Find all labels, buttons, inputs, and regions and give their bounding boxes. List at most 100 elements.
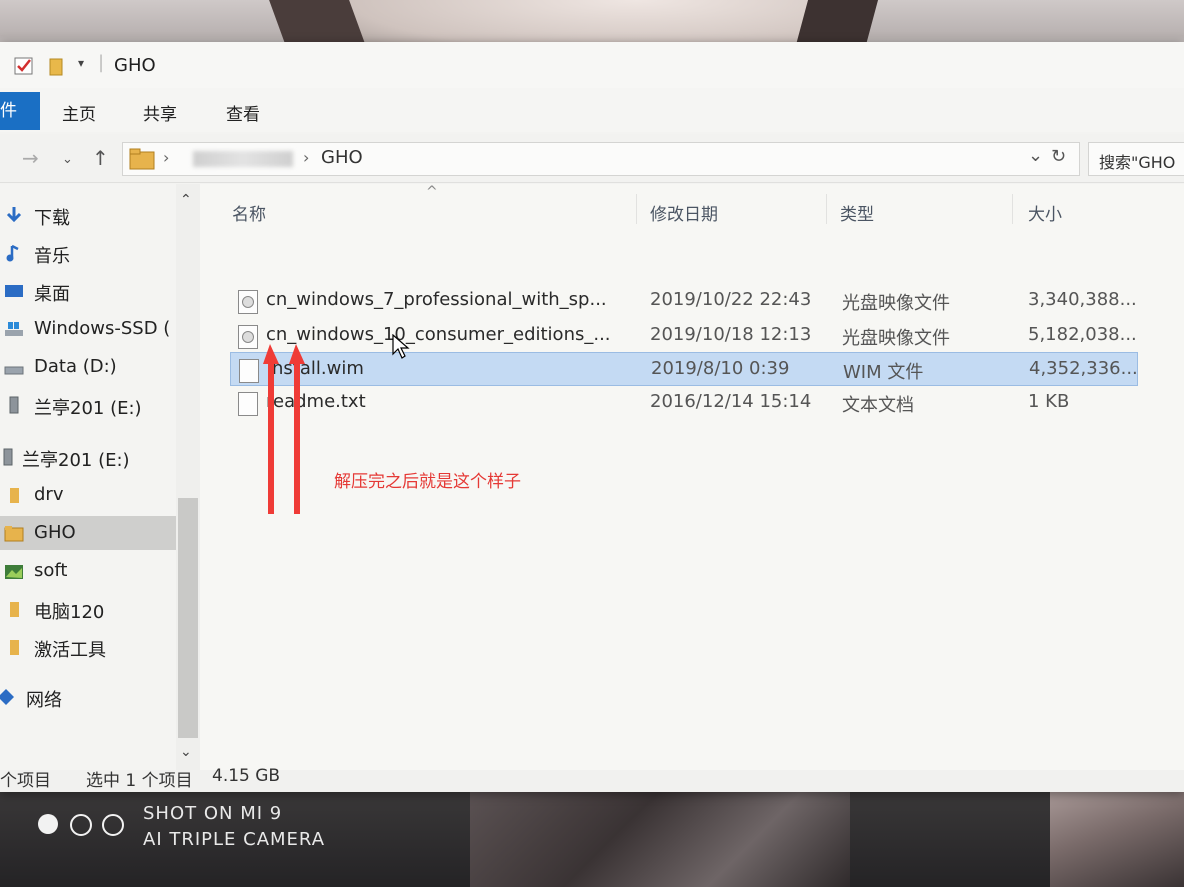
- file-row[interactable]: readme.txt 2016/12/14 15:14 文本文档 1 KB: [230, 386, 1136, 418]
- sidebar-item-label: Windows-SSD (: [34, 318, 171, 339]
- search-input[interactable]: 搜索"GHO: [1088, 142, 1184, 176]
- window-title: GHO: [114, 55, 156, 76]
- file-size: 3,340,388...: [1028, 289, 1137, 310]
- annotation-arrows: [263, 344, 305, 514]
- network-icon: [0, 689, 14, 705]
- sidebar-item-label: soft: [34, 560, 68, 581]
- file-date: 2019/10/22 22:43: [650, 289, 812, 310]
- breadcrumb-current[interactable]: GHO: [321, 147, 363, 168]
- title-bar: ▾ | GHO: [0, 42, 1184, 88]
- column-header-date[interactable]: 修改日期: [650, 200, 718, 225]
- tab-home[interactable]: 主页: [62, 100, 96, 125]
- sidebar-item-activation-tools[interactable]: 激活工具: [0, 630, 176, 664]
- disc-image-icon: [238, 325, 258, 349]
- new-folder-icon[interactable]: [48, 56, 66, 76]
- status-bar: 个项目 选中 1 个项目 4.15 GB: [0, 766, 1184, 792]
- sidebar-item-label: 下载: [34, 208, 70, 229]
- breadcrumb-blurred[interactable]: [193, 151, 293, 167]
- status-selected: 选中 1 个项目: [86, 771, 193, 791]
- sidebar-item-label: 桌面: [34, 284, 70, 305]
- sidebar-item-network[interactable]: 网络: [0, 680, 176, 714]
- sidebar-item-windows-ssd[interactable]: Windows-SSD (: [0, 312, 176, 346]
- address-dropdown-icon[interactable]: ⌄: [1028, 145, 1043, 166]
- column-separator[interactable]: [826, 194, 827, 224]
- image-folder-icon: [5, 565, 23, 579]
- breadcrumb-chevron-icon[interactable]: ›: [303, 148, 309, 167]
- disc-image-icon: [238, 290, 258, 314]
- tab-view[interactable]: 查看: [226, 100, 260, 125]
- forward-arrow-icon[interactable]: →: [22, 146, 39, 170]
- properties-check-icon[interactable]: [14, 56, 34, 76]
- drive-icon: [4, 366, 24, 375]
- address-bar[interactable]: › › GHO ⌄ ↻: [122, 142, 1080, 176]
- refresh-icon[interactable]: ↻: [1051, 146, 1066, 167]
- file-type: 文本文档: [842, 395, 914, 416]
- folder-icon: [10, 640, 19, 655]
- sidebar-item-label: 音乐: [34, 246, 70, 267]
- sidebar-item-label: 兰亭201 (E:): [34, 398, 142, 419]
- sidebar-item-usb-e[interactable]: 兰亭201 (E:): [0, 388, 176, 422]
- sidebar-item-label: GHO: [34, 522, 76, 543]
- tab-file[interactable]: 件: [0, 92, 40, 130]
- sidebar-item-downloads[interactable]: 下载: [0, 198, 176, 232]
- status-item-count: 个项目: [0, 771, 51, 791]
- scroll-down-icon[interactable]: ⌄: [180, 744, 192, 760]
- folder-location-icon: [129, 148, 155, 170]
- sort-ascending-icon: ^: [426, 184, 438, 200]
- wallpaper-art: [470, 790, 850, 887]
- file-type: 光盘映像文件: [842, 293, 950, 314]
- mouse-cursor-icon: [392, 334, 410, 359]
- scrollbar-thumb[interactable]: [178, 498, 198, 738]
- text-file-icon: [238, 392, 258, 416]
- file-icon: [239, 359, 259, 383]
- sidebar-item-label: 电脑120: [34, 602, 105, 623]
- sidebar-item-usb-e-root[interactable]: 兰亭201 (E:): [0, 440, 176, 474]
- file-row[interactable]: cn_windows_7_professional_with_sp... 201…: [230, 284, 1137, 316]
- column-header-name[interactable]: 名称: [232, 200, 266, 225]
- watermark-circle-filled-icon: [38, 814, 58, 834]
- navigation-pane: 下载 音乐 桌面 Windows-SSD ( Data (D:) 兰亭201 (…: [0, 184, 200, 770]
- sidebar-item-label: drv: [34, 484, 64, 505]
- breadcrumb-chevron-icon[interactable]: ›: [163, 148, 169, 167]
- usb-drive-icon: [9, 396, 19, 414]
- usb-drive-icon: [3, 448, 13, 466]
- sidebar-item-pc120[interactable]: 电脑120: [0, 592, 176, 626]
- file-size: 1 KB: [1028, 391, 1070, 412]
- column-separator[interactable]: [636, 194, 637, 224]
- watermark-line2: AI TRIPLE CAMERA: [143, 829, 326, 850]
- search-placeholder: 搜索"GHO: [1099, 153, 1176, 172]
- sidebar-item-gho[interactable]: GHO: [0, 516, 176, 550]
- sidebar-scrollbar[interactable]: ⌃ ⌄: [176, 184, 200, 770]
- column-header-type[interactable]: 类型: [840, 200, 874, 225]
- sidebar-item-data-d[interactable]: Data (D:): [0, 350, 176, 384]
- sidebar-item-desktop[interactable]: 桌面: [0, 274, 176, 308]
- column-separator[interactable]: [1012, 194, 1013, 224]
- sidebar-item-soft[interactable]: soft: [0, 554, 176, 588]
- sidebar-item-label: 兰亭201 (E:): [22, 450, 130, 471]
- music-note-icon: [6, 244, 19, 262]
- quick-access-dropdown-icon[interactable]: ▾: [78, 56, 84, 76]
- windows-drive-icon: [5, 322, 23, 336]
- status-selected-size: 4.15 GB: [212, 766, 281, 786]
- sidebar-item-music[interactable]: 音乐: [0, 236, 176, 270]
- sidebar-item-label: Data (D:): [34, 356, 117, 377]
- sidebar-item-drv[interactable]: drv: [0, 478, 176, 512]
- file-date: 2019/8/10 0:39: [651, 358, 790, 379]
- file-name: cn_windows_7_professional_with_sp...: [266, 289, 607, 310]
- tab-share[interactable]: 共享: [143, 100, 177, 125]
- download-arrow-icon: [6, 207, 22, 223]
- watermark-circle-outline-icon: [70, 814, 92, 836]
- watermark-line1: SHOT ON MI 9: [143, 803, 283, 824]
- file-type: 光盘映像文件: [842, 328, 950, 349]
- scroll-up-icon[interactable]: ⌃: [180, 192, 192, 208]
- file-row-selected[interactable]: install.wim 2019/8/10 0:39 WIM 文件 4,352,…: [230, 352, 1138, 386]
- file-type: WIM 文件: [843, 362, 924, 383]
- watermark-circle-outline-icon: [102, 814, 124, 836]
- file-row[interactable]: cn_windows_10_consumer_editions_... 2019…: [230, 319, 1137, 351]
- annotation-text: 解压完之后就是这个样子: [334, 472, 521, 492]
- annotation-arrow: [289, 344, 305, 514]
- up-arrow-icon[interactable]: ↑: [92, 146, 109, 170]
- folder-icon: [4, 526, 24, 542]
- recent-locations-chevron-icon[interactable]: ⌄: [62, 152, 73, 167]
- column-header-size[interactable]: 大小: [1028, 200, 1062, 225]
